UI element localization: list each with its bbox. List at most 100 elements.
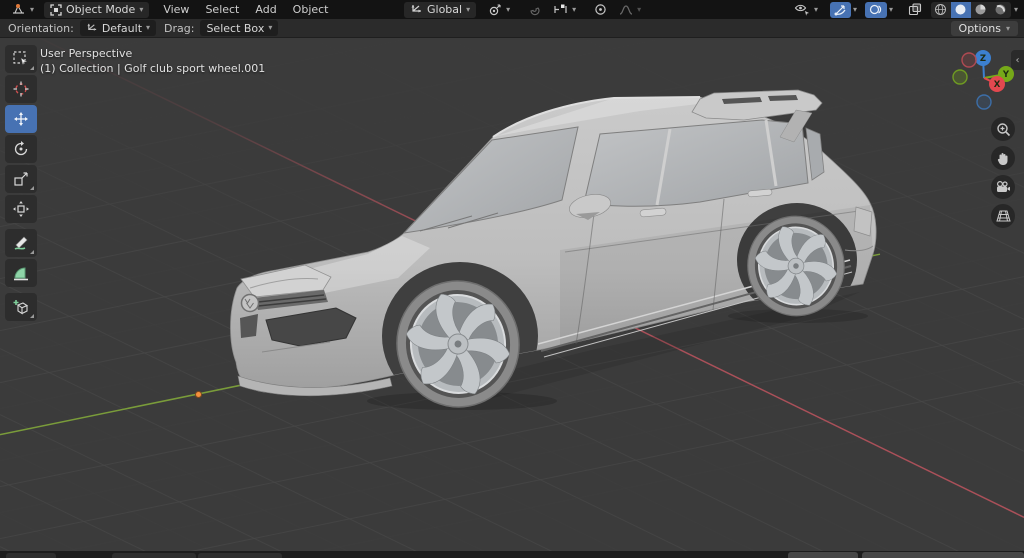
drag-value: Select Box — [206, 21, 265, 35]
gizmo-y-label: Y — [1002, 70, 1010, 80]
tool-measure[interactable] — [5, 259, 37, 287]
blender-window: ▾ Object Mode ▾ View Select Add Object G… — [0, 0, 1024, 558]
car-spoiler — [691, 89, 823, 143]
camera-view-button[interactable] — [991, 175, 1015, 199]
gizmo-neg-y-axis[interactable] — [952, 69, 968, 85]
show-gizmo-toggle[interactable] — [829, 1, 851, 18]
viewport-controls — [991, 117, 1015, 228]
rendered-shading-icon — [995, 4, 1006, 15]
proportional-editing-toggle[interactable] — [588, 2, 613, 18]
mode-dropdown[interactable]: Object Mode ▾ — [44, 1, 150, 18]
drag-label: Drag: — [164, 21, 195, 35]
object-mode-icon — [50, 3, 62, 16]
timeline-button[interactable] — [788, 552, 858, 558]
show-overlays-toggle[interactable] — [864, 1, 887, 18]
material-shading-icon — [975, 4, 986, 15]
material-shading-button[interactable] — [971, 2, 991, 18]
pan-button[interactable] — [991, 146, 1015, 170]
orientation-dropdown[interactable]: Default ▾ — [79, 20, 157, 36]
chevron-down-icon[interactable]: ▾ — [889, 5, 893, 14]
editor-type-icon — [13, 4, 24, 14]
transform-orientation-icon — [411, 5, 421, 13]
chevron-down-icon: ▾ — [268, 23, 273, 32]
menu-select[interactable]: Select — [197, 0, 247, 19]
tool-cursor[interactable] — [5, 75, 37, 103]
pivot-point-dropdown[interactable]: ▾ — [482, 2, 516, 18]
menu-view[interactable]: View — [155, 0, 197, 19]
scale-icon — [14, 172, 28, 186]
snap-toggle[interactable] — [522, 2, 547, 18]
transform-icon — [13, 201, 29, 217]
chevron-down-icon: ▾ — [813, 4, 818, 14]
measure-icon — [14, 267, 28, 281]
car-rear-wheel — [739, 207, 853, 325]
xray-toggle[interactable] — [905, 2, 925, 18]
options-button[interactable]: Options ▾ — [950, 21, 1018, 36]
timeline-button[interactable] — [862, 552, 1024, 558]
gizmo-x-label: X — [994, 80, 1001, 90]
perspective-toggle-button[interactable] — [991, 204, 1015, 228]
gizmo-neg-x-axis[interactable] — [961, 52, 977, 68]
hand-icon — [997, 152, 1008, 165]
timeline-button[interactable] — [198, 553, 282, 558]
active-object-breadcrumb: (1) Collection | Golf club sport wheel.0… — [40, 62, 266, 75]
timeline-button[interactable] — [112, 553, 196, 558]
tool-annotate[interactable] — [5, 229, 37, 257]
falloff-dropdown[interactable]: ▾ — [613, 2, 647, 18]
car-model[interactable] — [0, 38, 1024, 551]
chevron-left-icon: ‹ — [1015, 54, 1020, 66]
chevron-down-icon: ▾ — [572, 4, 577, 14]
tool-transform[interactable] — [5, 195, 37, 223]
menu-object[interactable]: Object — [285, 0, 337, 19]
move-icon — [14, 112, 28, 126]
camera-icon — [996, 180, 1010, 192]
proportional-editing-icon — [595, 4, 606, 15]
chevron-down-icon: ▾ — [30, 4, 35, 14]
tool-move[interactable] — [5, 105, 37, 133]
sidebar-toggle[interactable]: ‹ — [1011, 50, 1024, 70]
object-visibility-dropdown[interactable]: ▾ — [788, 2, 824, 18]
zoom-button[interactable] — [991, 117, 1015, 141]
wireframe-shading-icon — [935, 4, 947, 15]
car-front-wheel — [385, 270, 531, 418]
annotate-icon — [14, 236, 28, 250]
solid-shading-button[interactable] — [950, 1, 971, 18]
navigation-gizmo[interactable]: Z Y X — [948, 44, 1020, 112]
mode-label: Object Mode — [66, 3, 136, 16]
menu-add[interactable]: Add — [247, 0, 284, 19]
add-cube-icon — [13, 300, 29, 315]
chevron-down-icon: ▾ — [146, 23, 151, 32]
gizmo-neg-z-axis[interactable] — [976, 94, 992, 110]
car-side — [537, 188, 874, 358]
view-perspective-label: User Perspective — [40, 47, 133, 60]
chevron-down-icon[interactable]: ▾ — [1014, 5, 1018, 14]
timeline-button[interactable] — [6, 553, 56, 558]
chevron-down-icon[interactable]: ▾ — [853, 5, 857, 14]
xray-icon — [908, 3, 922, 16]
snap-target-dropdown[interactable]: ▾ — [547, 2, 582, 18]
object-origin-dot[interactable] — [195, 391, 202, 398]
tool-add-cube[interactable] — [5, 293, 37, 321]
car-front — [237, 264, 393, 397]
tool-scale[interactable] — [5, 165, 37, 193]
editor-type-button[interactable]: ▾ — [5, 2, 40, 18]
snap-magnet-icon — [530, 7, 540, 16]
chevron-down-icon: ▾ — [139, 4, 144, 14]
viewport-3d[interactable]: User Perspective (1) Collection | Golf c… — [0, 38, 1024, 551]
transform-orientation-dropdown[interactable]: Global ▾ — [404, 1, 477, 18]
rendered-shading-button[interactable] — [991, 2, 1011, 18]
timeline-strip[interactable] — [0, 551, 1024, 558]
axes-icon — [87, 23, 96, 31]
tool-select-box[interactable] — [5, 45, 37, 73]
viewport-grid — [0, 38, 1024, 551]
magnifier-icon — [996, 122, 1010, 136]
pivot-point-icon — [489, 3, 501, 15]
select-box-icon — [13, 51, 28, 66]
chevron-down-icon: ▾ — [637, 4, 642, 14]
drag-dropdown[interactable]: Select Box ▾ — [200, 20, 279, 36]
tool-rotate[interactable] — [5, 135, 37, 163]
chevron-down-icon: ▾ — [466, 4, 471, 14]
orientation-value: Default — [101, 21, 143, 35]
wireframe-shading-button[interactable] — [931, 2, 951, 18]
falloff-curve-icon — [619, 4, 633, 15]
